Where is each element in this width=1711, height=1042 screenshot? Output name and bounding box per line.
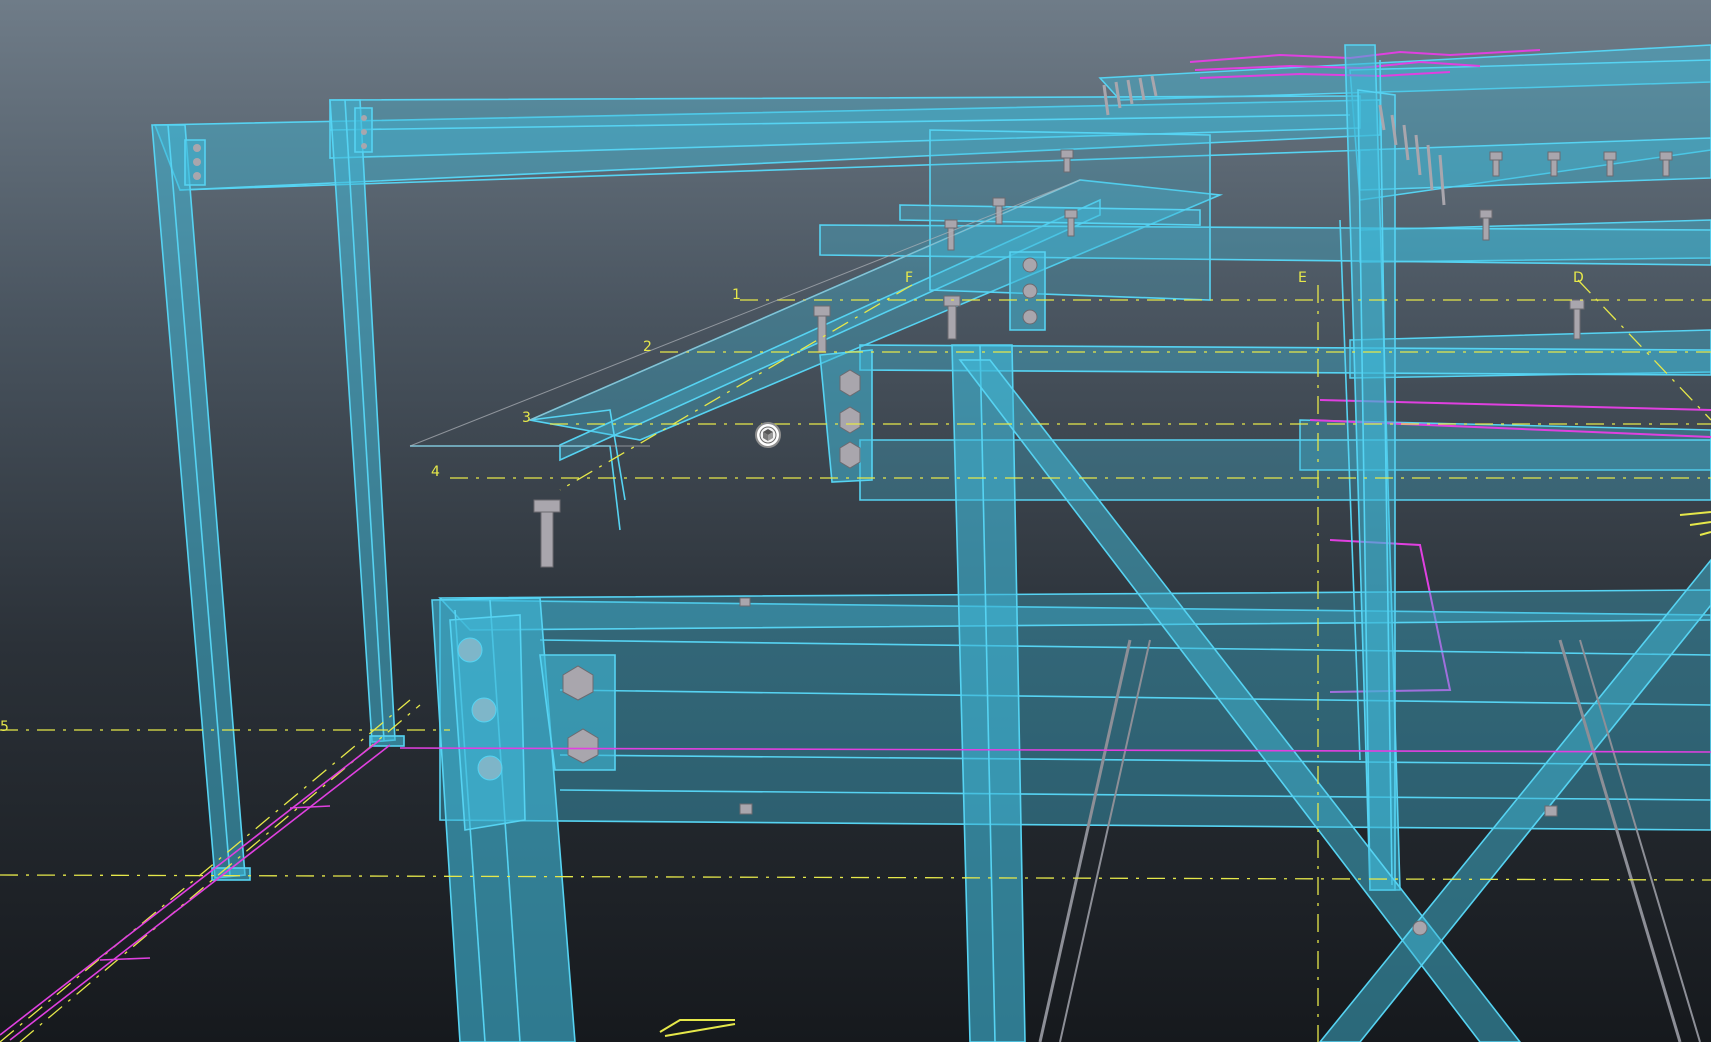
grid-label-row-4: 4 (431, 464, 440, 480)
bolt-group-f (1022, 257, 1038, 325)
bolt-group-upper (839, 369, 861, 469)
grid-label-row-1: 1 (732, 287, 741, 303)
3d-model-viewport[interactable]: 1 2 3 4 5 F E D (0, 0, 1711, 1042)
grid-label-col-e: E (1298, 270, 1307, 286)
grid-label-row-5: 5 (0, 719, 9, 735)
grid-label-col-d: D (1573, 270, 1584, 286)
grid-label-row-3: 3 (522, 410, 531, 426)
grid-label-row-2: 2 (643, 339, 652, 355)
center-column (951, 344, 1026, 1042)
grid-label-col-f: F (905, 270, 913, 286)
steel-structure-scene[interactable]: 1 2 3 4 5 F E D (0, 0, 1711, 1042)
ground-marker (659, 1019, 736, 1037)
orbit-pivot-icon[interactable] (755, 422, 781, 448)
